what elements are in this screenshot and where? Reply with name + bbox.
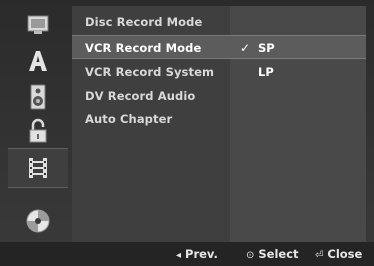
language-icon[interactable] — [8, 46, 68, 76]
display-icon[interactable] — [8, 10, 68, 40]
return-icon: ⏎ — [315, 250, 324, 261]
left-arrow-icon: ◂ — [176, 250, 182, 261]
option-label: SP — [258, 41, 275, 55]
setup-menu-screen: Disc Record Mode VCR Record Mode VCR Rec… — [0, 0, 374, 266]
close-label: Close — [327, 247, 363, 261]
menu-item-dv-record-audio[interactable]: DV Record Audio — [72, 84, 230, 108]
option-sp[interactable]: ✓ SP — [230, 35, 366, 59]
select-button-icon: ⊙ — [246, 250, 255, 261]
prev-label: Prev. — [185, 247, 218, 261]
menu-item-vcr-record-system[interactable]: VCR Record System — [72, 60, 230, 84]
menu-item-auto-chapter[interactable]: Auto Chapter — [72, 107, 230, 131]
lock-icon[interactable] — [8, 116, 68, 146]
option-list: ✓ SP LP — [230, 6, 366, 242]
setup-menu-list: Disc Record Mode VCR Record Mode VCR Rec… — [72, 6, 230, 242]
menu-item-disc-record-mode[interactable]: Disc Record Mode — [72, 10, 230, 34]
menu-item-vcr-record-mode[interactable]: VCR Record Mode — [72, 35, 230, 59]
option-label: LP — [258, 65, 274, 79]
audio-speaker-icon[interactable] — [8, 82, 68, 112]
prev-hint[interactable]: ◂ Prev. — [176, 246, 218, 262]
option-lp[interactable]: LP — [230, 60, 366, 84]
film-record-icon[interactable] — [8, 148, 68, 188]
select-hint[interactable]: ⊙ Select — [246, 246, 299, 262]
category-icon-column — [8, 6, 68, 242]
checkmark-icon: ✓ — [240, 41, 251, 55]
navigation-hint-bar: ◂ Prev. ⊙ Select ⏎ Close — [0, 242, 374, 266]
select-label: Select — [258, 247, 299, 261]
close-hint[interactable]: ⏎ Close — [315, 246, 362, 262]
disc-icon[interactable] — [8, 206, 68, 236]
